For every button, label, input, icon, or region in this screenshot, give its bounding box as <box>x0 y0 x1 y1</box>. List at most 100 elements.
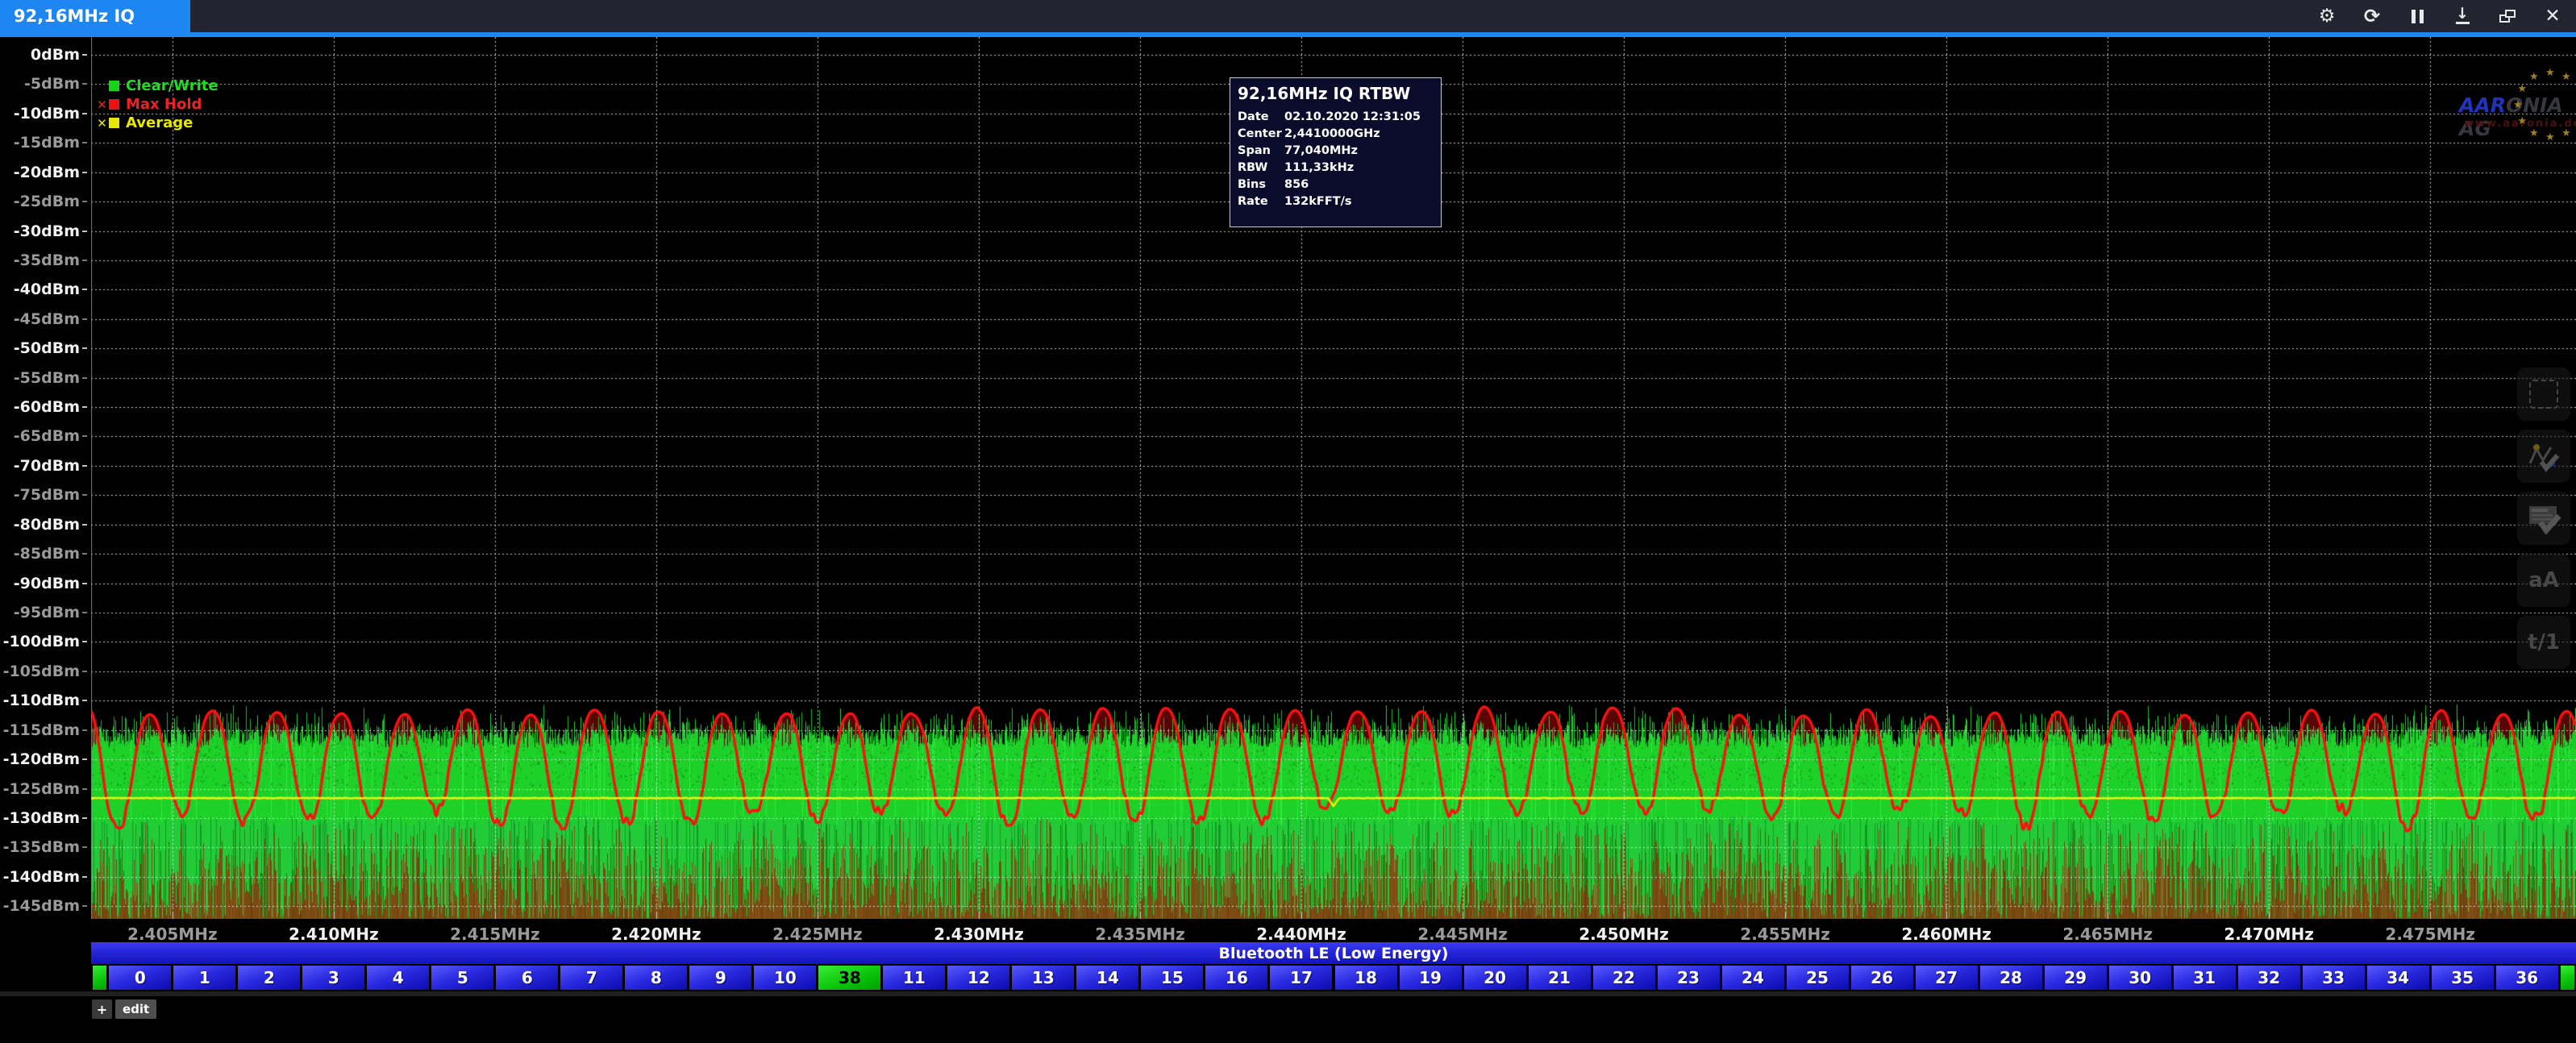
channel-button-16[interactable]: 16 <box>1205 966 1267 990</box>
x-tick-label: 2.460MHz <box>1901 925 1991 944</box>
channel-button-22[interactable]: 22 <box>1593 966 1655 990</box>
channel-button-38[interactable]: 38 <box>818 966 880 990</box>
edit-band-button[interactable]: edit <box>115 999 156 1019</box>
channel-button-29[interactable]: 29 <box>2045 966 2107 990</box>
zoom-select-tool-button[interactable] <box>2517 368 2570 421</box>
channel-button-34[interactable]: 34 <box>2367 966 2429 990</box>
channel-button-19[interactable]: 19 <box>1400 966 1462 990</box>
star-icon: ★ <box>2517 116 2527 127</box>
x-tick-label: 2.420MHz <box>611 925 701 944</box>
channel-button-6[interactable]: 6 <box>496 966 558 990</box>
y-tick-label: -145dBm <box>3 897 87 915</box>
y-tick-label: -15dBm <box>14 134 87 152</box>
channel-button-0[interactable]: 0 <box>109 966 171 990</box>
channel-button-36[interactable]: 36 <box>2496 966 2558 990</box>
channel-button-1[interactable]: 1 <box>173 966 235 990</box>
font-size-tool-button[interactable]: aA <box>2517 554 2570 607</box>
y-tick-label: -75dBm <box>14 486 87 504</box>
pause-icon[interactable] <box>2405 4 2429 28</box>
star-icon: ★ <box>2513 100 2523 110</box>
y-tick-label: -80dBm <box>14 516 87 534</box>
channel-button-10[interactable]: 10 <box>754 966 816 990</box>
y-tick-label: -55dBm <box>14 369 87 387</box>
remove-trace-icon[interactable]: ✕ <box>95 98 109 112</box>
add-band-button[interactable]: + <box>92 999 112 1019</box>
x-tick-label: 2.450MHz <box>1579 925 1669 944</box>
channel-button-24[interactable]: 24 <box>1722 966 1784 990</box>
channel-button-32[interactable]: 32 <box>2238 966 2300 990</box>
channel-button-14[interactable]: 14 <box>1076 966 1138 990</box>
legend-item-average[interactable]: ✕ Average <box>95 114 218 132</box>
y-tick-label: -40dBm <box>14 280 87 298</box>
x-tick-label: 2.425MHz <box>772 925 863 944</box>
y-tick-label: -25dBm <box>14 193 87 210</box>
channel-button-37[interactable] <box>93 966 107 990</box>
channel-button-15[interactable]: 15 <box>1141 966 1203 990</box>
max-hold-swatch-icon <box>109 99 119 110</box>
channel-button-5[interactable]: 5 <box>431 966 493 990</box>
channel-button-30[interactable]: 30 <box>2109 966 2171 990</box>
channel-button-7[interactable]: 7 <box>560 966 622 990</box>
bluetooth-band-bar[interactable]: Bluetooth LE (Low Energy) <box>91 942 2576 964</box>
star-icon: ★ <box>2529 72 2539 82</box>
channel-button-2[interactable]: 2 <box>238 966 300 990</box>
channel-button-18[interactable]: 18 <box>1335 966 1397 990</box>
channel-button-28[interactable]: 28 <box>1980 966 2042 990</box>
y-tick-label: -110dBm <box>3 692 87 709</box>
info-row-center: Center 2,4410000GHz <box>1238 126 1434 143</box>
channel-button-12[interactable]: 12 <box>947 966 1009 990</box>
y-tick-label: -10dBm <box>14 105 87 123</box>
channel-button-13[interactable]: 13 <box>1012 966 1074 990</box>
x-tick-label: 2.430MHz <box>934 925 1024 944</box>
channel-button-8[interactable]: 8 <box>625 966 687 990</box>
marker-check-icon <box>2527 439 2561 473</box>
legend-label: Average <box>126 114 193 131</box>
x-tick-label: 2.410MHz <box>289 925 379 944</box>
channel-button-26[interactable]: 26 <box>1851 966 1913 990</box>
channel-button-27[interactable]: 27 <box>1916 966 1978 990</box>
channel-button-4[interactable]: 4 <box>367 966 429 990</box>
download-icon[interactable]: ↓ <box>2450 4 2474 28</box>
legend-item-clear-write[interactable]: Clear/Write <box>95 77 218 95</box>
y-tick-label: -45dBm <box>14 310 87 328</box>
y-tick-label: -135dBm <box>3 838 87 856</box>
settings-icon[interactable]: ⚙ <box>2315 4 2339 28</box>
channel-button-25[interactable]: 25 <box>1787 966 1849 990</box>
title-bar: 92,16MHz IQ RTBW ⚙ ⟳ ↓ ✕ <box>0 0 2576 32</box>
windows-restore-icon[interactable] <box>2495 4 2520 28</box>
channel-button-35[interactable]: 35 <box>2432 966 2494 990</box>
y-tick-label: -100dBm <box>3 633 87 650</box>
channel-button-9[interactable]: 9 <box>689 966 751 990</box>
star-icon: ★ <box>2561 72 2571 82</box>
y-tick-label: 0dBm <box>31 46 87 64</box>
channel-button-33[interactable]: 33 <box>2303 966 2365 990</box>
channel-button-11[interactable]: 11 <box>883 966 945 990</box>
legend-item-max-hold[interactable]: ✕ Max Hold <box>95 95 218 114</box>
window-title-tab[interactable]: 92,16MHz IQ RTBW <box>0 0 190 32</box>
channel-button-17[interactable]: 17 <box>1270 966 1332 990</box>
x-tick-label: 2.445MHz <box>1417 925 1508 944</box>
x-tick-label: 2.470MHz <box>2224 925 2314 944</box>
channel-button-31[interactable]: 31 <box>2174 966 2236 990</box>
side-toolbar: aA t/1 <box>2517 368 2570 669</box>
panel-check-icon <box>2526 501 2561 535</box>
channel-button-21[interactable]: 21 <box>1529 966 1591 990</box>
channel-button-20[interactable]: 20 <box>1464 966 1526 990</box>
y-tick-label: -60dBm <box>14 398 87 416</box>
channel-button-23[interactable]: 23 <box>1658 966 1720 990</box>
channel-button-39[interactable] <box>2561 966 2575 990</box>
marker-tool-button[interactable] <box>2517 430 2570 483</box>
info-panel-tool-button[interactable] <box>2517 492 2570 545</box>
x-tick-label: 2.475MHz <box>2385 925 2475 944</box>
remove-trace-icon[interactable]: ✕ <box>95 116 109 131</box>
star-icon: ★ <box>2529 128 2539 139</box>
y-tick-label: -125dBm <box>3 780 87 798</box>
sync-icon[interactable]: ⟳ <box>2360 4 2384 28</box>
close-icon[interactable]: ✕ <box>2541 4 2565 28</box>
y-tick-label: -5dBm <box>24 75 87 93</box>
x-tick-label: 2.455MHz <box>1740 925 1830 944</box>
average-swatch-icon <box>109 118 119 128</box>
channel-button-3[interactable]: 3 <box>302 966 364 990</box>
time-div-tool-button[interactable]: t/1 <box>2517 616 2570 669</box>
star-icon: ★ <box>2545 132 2555 143</box>
